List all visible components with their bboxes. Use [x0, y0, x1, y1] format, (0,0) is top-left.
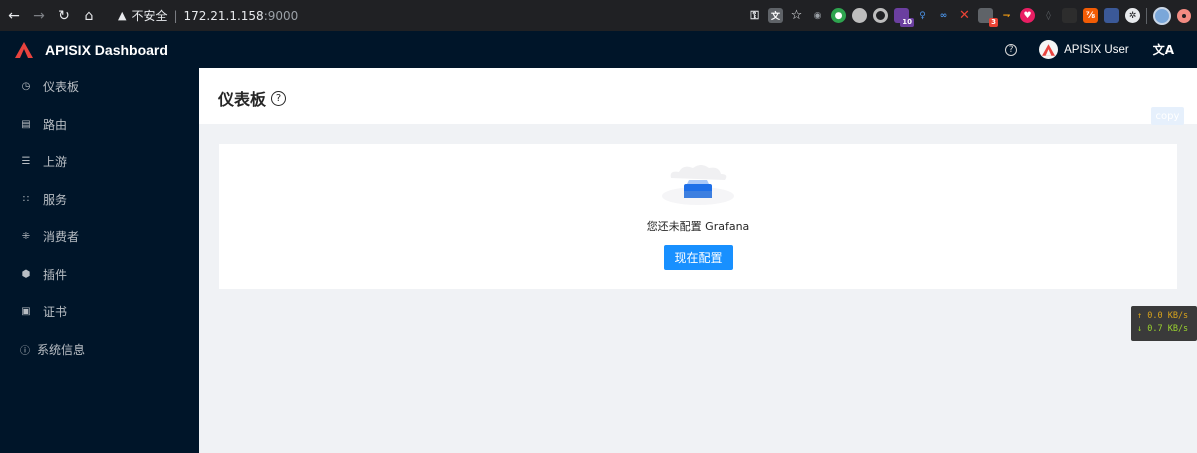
- forward-arrow-icon[interactable]: →: [28, 5, 50, 27]
- amazon-extension-icon[interactable]: ⇁: [999, 8, 1014, 23]
- network-speed-widget: ↑ 0.0 KB/s ↓ 0.7 KB/s: [1131, 306, 1197, 341]
- home-icon[interactable]: ⌂: [78, 5, 100, 27]
- pink-extension-icon[interactable]: ♥: [1020, 8, 1035, 23]
- empty-box-icon: [662, 165, 734, 205]
- extensions-area: ⚿ 文 ☆ ◉ ● 10 ♀ ∞ ✕ 3 ⇁ ♥ ◊ ⅞ ✲: [747, 0, 1191, 31]
- logo[interactable]: APISIX Dashboard: [15, 41, 168, 58]
- profile-avatar[interactable]: [1153, 6, 1171, 25]
- upstream-icon: ☰: [21, 156, 31, 168]
- user-logo-icon: [1042, 43, 1056, 56]
- download-speed: ↓ 0.7 KB/s: [1137, 324, 1189, 334]
- security-label: 不安全: [131, 9, 168, 23]
- url-port: :9000: [263, 8, 299, 23]
- wifi-extension-icon[interactable]: ◊: [1041, 8, 1056, 23]
- route-icon: ▤: [21, 118, 31, 130]
- dark-extension-icon[interactable]: 3: [978, 8, 998, 27]
- back-arrow-icon[interactable]: ←: [3, 5, 25, 27]
- sidebar-item-label: 路由: [43, 117, 68, 132]
- configure-now-button[interactable]: 现在配置: [664, 245, 733, 270]
- empty-state-card: 您还未配置 Grafana 现在配置: [219, 144, 1177, 289]
- user-name[interactable]: APISIX User: [1064, 44, 1129, 56]
- translate-icon[interactable]: 文: [768, 8, 783, 23]
- extension-badge: 10: [900, 18, 914, 27]
- ring-extension-icon[interactable]: [873, 8, 888, 23]
- help-icon[interactable]: ?: [1005, 43, 1018, 56]
- app-header: APISIX Dashboard ? APISIX User 文A: [0, 31, 1197, 68]
- star-icon[interactable]: ☆: [789, 8, 804, 23]
- toolbar-divider: [1146, 7, 1147, 24]
- language-icon[interactable]: 文A: [1153, 41, 1174, 58]
- info-icon: ⓘ: [20, 345, 30, 357]
- dashboard-icon: ◷: [21, 81, 31, 93]
- blue-extension-icon[interactable]: [1104, 8, 1119, 23]
- upload-speed: ↑ 0.0 KB/s: [1137, 311, 1189, 321]
- sidebar-item-label: 仪表板: [43, 80, 80, 95]
- browser-toolbar: ← → ↻ ⌂ ▲ 不安全 | 172.21.1.158 :9000 ⚿ 文 ☆…: [0, 0, 1197, 31]
- puzzle-extension-icon[interactable]: ✲: [1125, 8, 1140, 23]
- address-bar[interactable]: ▲ 不安全 | 172.21.1.158 :9000: [118, 7, 298, 24]
- sidebar-item-label: 系统信息: [37, 342, 86, 357]
- sidebar-item-route[interactable]: ▤ 路由: [0, 106, 199, 144]
- avatar[interactable]: [1039, 40, 1059, 59]
- sidebar-item-dashboard[interactable]: ◷ 仪表板: [0, 68, 199, 106]
- question-icon[interactable]: ?: [271, 90, 287, 106]
- url-host: 172.21.1.158: [183, 8, 264, 23]
- browser-menu-icon[interactable]: [1177, 8, 1191, 23]
- extension-badge: 3: [989, 18, 998, 27]
- pin-extension-icon[interactable]: ♀: [915, 8, 930, 23]
- page-title-text: 仪表板: [218, 90, 267, 109]
- header-actions: ? APISIX User 文A: [1005, 31, 1197, 68]
- eye-extension-icon[interactable]: ◉: [810, 8, 825, 23]
- sidebar-item-label: 消费者: [43, 230, 80, 245]
- gray-extension-icon[interactable]: [852, 8, 867, 23]
- sidebar-item-label: 上游: [43, 155, 68, 170]
- dark-square-extension-icon[interactable]: [1062, 8, 1077, 23]
- copy-button[interactable]: copy: [1151, 107, 1184, 125]
- page-title: 仪表板 ?: [218, 86, 287, 110]
- sidebar-item-system-info[interactable]: ⓘ 系统信息: [0, 331, 199, 369]
- green-extension-icon[interactable]: ●: [831, 8, 846, 23]
- sidebar-item-plugin[interactable]: ⬢ 插件: [0, 256, 199, 294]
- sidebar-item-consumer[interactable]: ⁜ 消费者: [0, 218, 199, 256]
- consumer-icon: ⁜: [21, 231, 31, 243]
- orange-extension-icon[interactable]: ⅞: [1083, 8, 1098, 23]
- sidebar: ◷ 仪表板 ▤ 路由 ☰ 上游 ∷ 服务 ⁜ 消费者 ⬢ 插件 ▣ 证书 ⓘ 系…: [0, 68, 199, 453]
- service-icon: ∷: [22, 193, 30, 205]
- sidebar-item-upstream[interactable]: ☰ 上游: [0, 143, 199, 181]
- apisix-logo-icon: [15, 41, 33, 58]
- warning-icon: ▲: [118, 9, 127, 22]
- reload-icon[interactable]: ↻: [53, 5, 75, 27]
- link-extension-icon[interactable]: ∞: [936, 8, 951, 23]
- sidebar-item-service[interactable]: ∷ 服务: [0, 181, 199, 219]
- purple-extension-icon[interactable]: 10: [894, 8, 914, 27]
- empty-state-text: 您还未配置 Grafana: [646, 220, 750, 233]
- sidebar-item-label: 服务: [43, 192, 68, 207]
- app-title: APISIX Dashboard: [45, 41, 168, 58]
- sidebar-item-ssl[interactable]: ▣ 证书: [0, 293, 199, 331]
- x-extension-icon[interactable]: ✕: [957, 8, 972, 23]
- plugin-icon: ⬢: [21, 268, 31, 280]
- url-separator: |: [173, 8, 178, 23]
- page-header: 仪表板 ?: [199, 68, 1197, 124]
- sidebar-item-label: 插件: [43, 267, 68, 282]
- ssl-icon: ▣: [21, 306, 31, 318]
- key-icon[interactable]: ⚿: [747, 8, 762, 23]
- sidebar-item-label: 证书: [43, 305, 68, 320]
